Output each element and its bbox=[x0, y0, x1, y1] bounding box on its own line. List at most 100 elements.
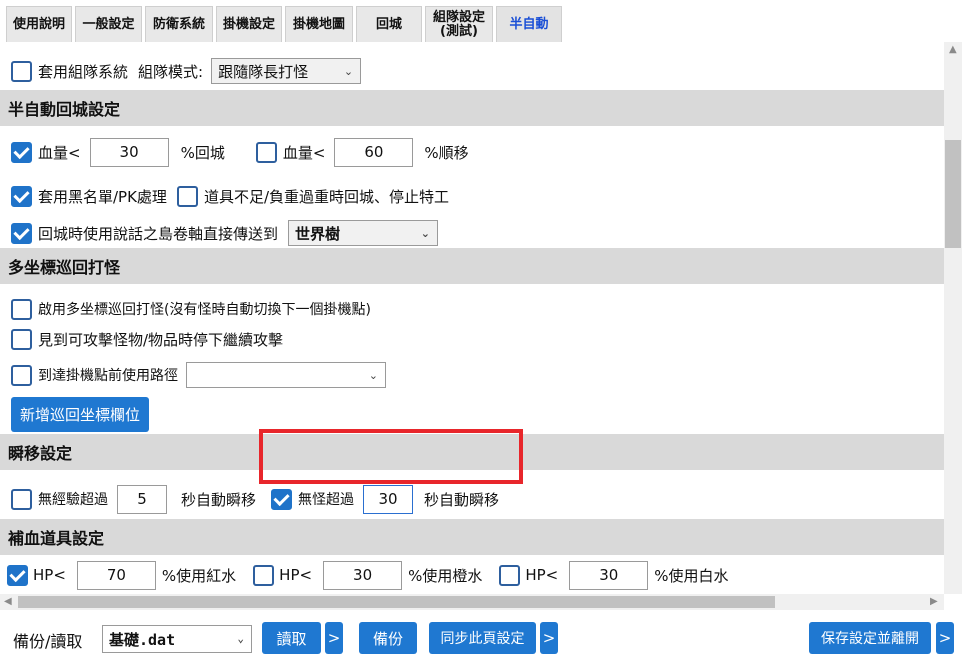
patrol-stop-label: 見到可攻擊怪物/物品時停下繼續攻擊 bbox=[38, 330, 284, 349]
scroll-checkbox[interactable] bbox=[11, 222, 32, 244]
hp-return-suffix: %回城 bbox=[180, 143, 225, 162]
backup-file-select[interactable]: 基礎.dat ⌄ bbox=[102, 625, 252, 653]
scroll-left-icon[interactable]: ◀ bbox=[4, 596, 12, 607]
section-title: 多坐標巡回打怪 bbox=[8, 258, 121, 277]
no-exp-label: 無經驗超過 bbox=[38, 492, 108, 508]
vertical-scroll-thumb[interactable] bbox=[945, 140, 961, 248]
party-checkbox[interactable] bbox=[11, 60, 32, 82]
scroll-up-icon[interactable]: ▲ bbox=[949, 44, 957, 55]
save-exit-button[interactable]: 保存設定並離開 bbox=[809, 622, 931, 654]
add-patrol-coord-label: 新增巡回坐標欄位 bbox=[19, 406, 140, 424]
add-patrol-coord-button[interactable]: 新增巡回坐標欄位 bbox=[11, 397, 149, 432]
tab-afk-settings[interactable]: 掛機設定 bbox=[216, 6, 282, 42]
tab-party[interactable]: 組隊設定 (測試) bbox=[425, 6, 493, 42]
tab-label: 掛機地圖 bbox=[292, 16, 345, 32]
save-more-button[interactable]: > bbox=[936, 622, 954, 654]
tab-general[interactable]: 一般設定 bbox=[75, 6, 142, 42]
hp-return-checkbox[interactable] bbox=[11, 141, 32, 163]
chevron-right-icon: > bbox=[542, 629, 556, 647]
tab-label: 一般設定 bbox=[82, 16, 135, 32]
hp-return-value: 30 bbox=[119, 143, 139, 161]
section-title: 半自動回城設定 bbox=[8, 100, 121, 119]
section-title: 補血道具設定 bbox=[8, 529, 105, 548]
tab-usage[interactable]: 使用說明 bbox=[6, 6, 72, 42]
read-button[interactable]: 讀取 bbox=[262, 622, 321, 654]
orange-potion-checkbox[interactable] bbox=[253, 564, 275, 586]
section-semi-return: 半自動回城設定 bbox=[0, 90, 944, 126]
no-exp-checkbox[interactable] bbox=[11, 488, 32, 510]
blacklist-row: 套用黑名單/PK處理 道具不足/負重過重時回城、停止特工 bbox=[0, 183, 944, 209]
scroll-label: 回城時使用說話之島卷軸直接傳送到 bbox=[38, 224, 279, 243]
tab-label-sub: (測試) bbox=[440, 23, 478, 39]
vertical-scrollbar[interactable]: ▲ bbox=[944, 42, 962, 594]
party-mode-select[interactable]: 跟隨隊長打怪 ⌄ bbox=[211, 58, 362, 84]
chevron-right-icon: > bbox=[938, 629, 952, 647]
red-potion-checkbox[interactable] bbox=[7, 564, 28, 586]
horizontal-scrollbar[interactable]: ◀ ▶ bbox=[0, 594, 944, 610]
tab-label: 回城 bbox=[375, 16, 402, 32]
patrol-path-checkbox[interactable] bbox=[11, 364, 32, 386]
sync-page-button[interactable]: 同步此頁設定 bbox=[429, 622, 536, 654]
no-monster-label: 無怪超過 bbox=[298, 492, 354, 508]
tab-semi-auto[interactable]: 半自動 bbox=[496, 6, 562, 42]
scroll-right-icon[interactable]: ▶ bbox=[930, 596, 938, 607]
no-exp-suffix: 秒自動瞬移 bbox=[181, 490, 257, 509]
read-more-button[interactable]: > bbox=[325, 622, 343, 654]
scroll-row: 回城時使用說話之島卷軸直接傳送到 世界樹 ⌄ bbox=[0, 220, 944, 246]
no-exp-value: 5 bbox=[137, 490, 147, 508]
tab-label: 防衛系統 bbox=[152, 16, 205, 32]
party-mode-label: 組隊模式: bbox=[138, 62, 204, 81]
tab-label: 組隊設定 bbox=[432, 9, 485, 25]
blacklist-label: 套用黑名單/PK處理 bbox=[38, 187, 167, 206]
no-monster-input[interactable]: 30 bbox=[363, 484, 413, 514]
sync-more-button[interactable]: > bbox=[540, 622, 558, 654]
section-patrol: 多坐標巡回打怪 bbox=[0, 248, 944, 284]
patrol-stop-checkbox[interactable] bbox=[11, 328, 32, 350]
orange-potion-suffix: %使用橙水 bbox=[408, 566, 483, 585]
red-potion-suffix: %使用紅水 bbox=[161, 566, 237, 585]
tab-afk-map[interactable]: 掛機地圖 bbox=[285, 6, 353, 42]
patrol-enable-row: 啟用多坐標巡回打怪(沒有怪時自動切換下一個掛機點) bbox=[0, 296, 944, 322]
blacklist-checkbox[interactable] bbox=[11, 185, 32, 207]
hp-return-input[interactable]: 30 bbox=[89, 137, 169, 167]
tab-return-town[interactable]: 回城 bbox=[356, 6, 422, 42]
hp-return-label: 血量< bbox=[38, 143, 81, 162]
backup-file-value: 基礎.dat bbox=[109, 630, 176, 649]
backup-button[interactable]: 備份 bbox=[359, 622, 417, 654]
sync-page-label: 同步此頁設定 bbox=[440, 631, 525, 647]
scroll-destination-value: 世界樹 bbox=[295, 224, 341, 243]
patrol-path-label: 到達掛機點前使用路徑 bbox=[38, 368, 178, 384]
tab-defense[interactable]: 防衛系統 bbox=[145, 6, 213, 42]
white-potion-checkbox[interactable] bbox=[499, 564, 521, 586]
tab-label: 半自動 bbox=[509, 16, 549, 32]
patrol-path-select[interactable]: ⌄ bbox=[186, 362, 386, 388]
patrol-enable-checkbox[interactable] bbox=[11, 298, 32, 320]
section-potions: 補血道具設定 bbox=[0, 519, 944, 555]
red-potion-value: 70 bbox=[106, 566, 126, 584]
no-monster-value: 30 bbox=[378, 490, 398, 508]
app-window: 使用說明 一般設定 防衛系統 掛機設定 掛機地圖 回城 組隊設定 (測試) 半自… bbox=[0, 0, 962, 664]
tab-bar: 使用說明 一般設定 防衛系統 掛機設定 掛機地圖 回城 組隊設定 (測試) 半自… bbox=[0, 0, 962, 42]
hp-teleport-input[interactable]: 60 bbox=[334, 137, 414, 167]
party-checkbox-label: 套用組隊系統 bbox=[38, 62, 129, 81]
orange-potion-input[interactable]: 30 bbox=[323, 560, 403, 590]
patrol-enable-label: 啟用多坐標巡回打怪(沒有怪時自動切換下一個掛機點) bbox=[38, 302, 371, 318]
backup-label: 備份/讀取 bbox=[13, 632, 83, 651]
chevron-down-icon: ⌄ bbox=[343, 65, 354, 78]
tab-label: 使用說明 bbox=[12, 16, 65, 32]
white-potion-value: 30 bbox=[599, 566, 619, 584]
hp-teleport-checkbox[interactable] bbox=[255, 141, 277, 163]
no-exp-input[interactable]: 5 bbox=[117, 484, 167, 514]
red-potion-input[interactable]: 70 bbox=[76, 560, 156, 590]
backup-button-label: 備份 bbox=[372, 629, 403, 648]
items-low-checkbox[interactable] bbox=[176, 185, 198, 207]
hp-teleport-label: 血量< bbox=[282, 143, 326, 162]
no-monster-checkbox[interactable] bbox=[271, 488, 292, 510]
white-potion-label: HP< bbox=[525, 566, 559, 584]
section-title: 瞬移設定 bbox=[8, 444, 73, 463]
horizontal-scroll-thumb[interactable] bbox=[18, 596, 775, 608]
white-potion-input[interactable]: 30 bbox=[569, 560, 649, 590]
chevron-down-icon: ⌄ bbox=[237, 632, 244, 645]
scroll-destination-select[interactable]: 世界樹 ⌄ bbox=[288, 220, 439, 246]
orange-potion-value: 30 bbox=[353, 566, 373, 584]
